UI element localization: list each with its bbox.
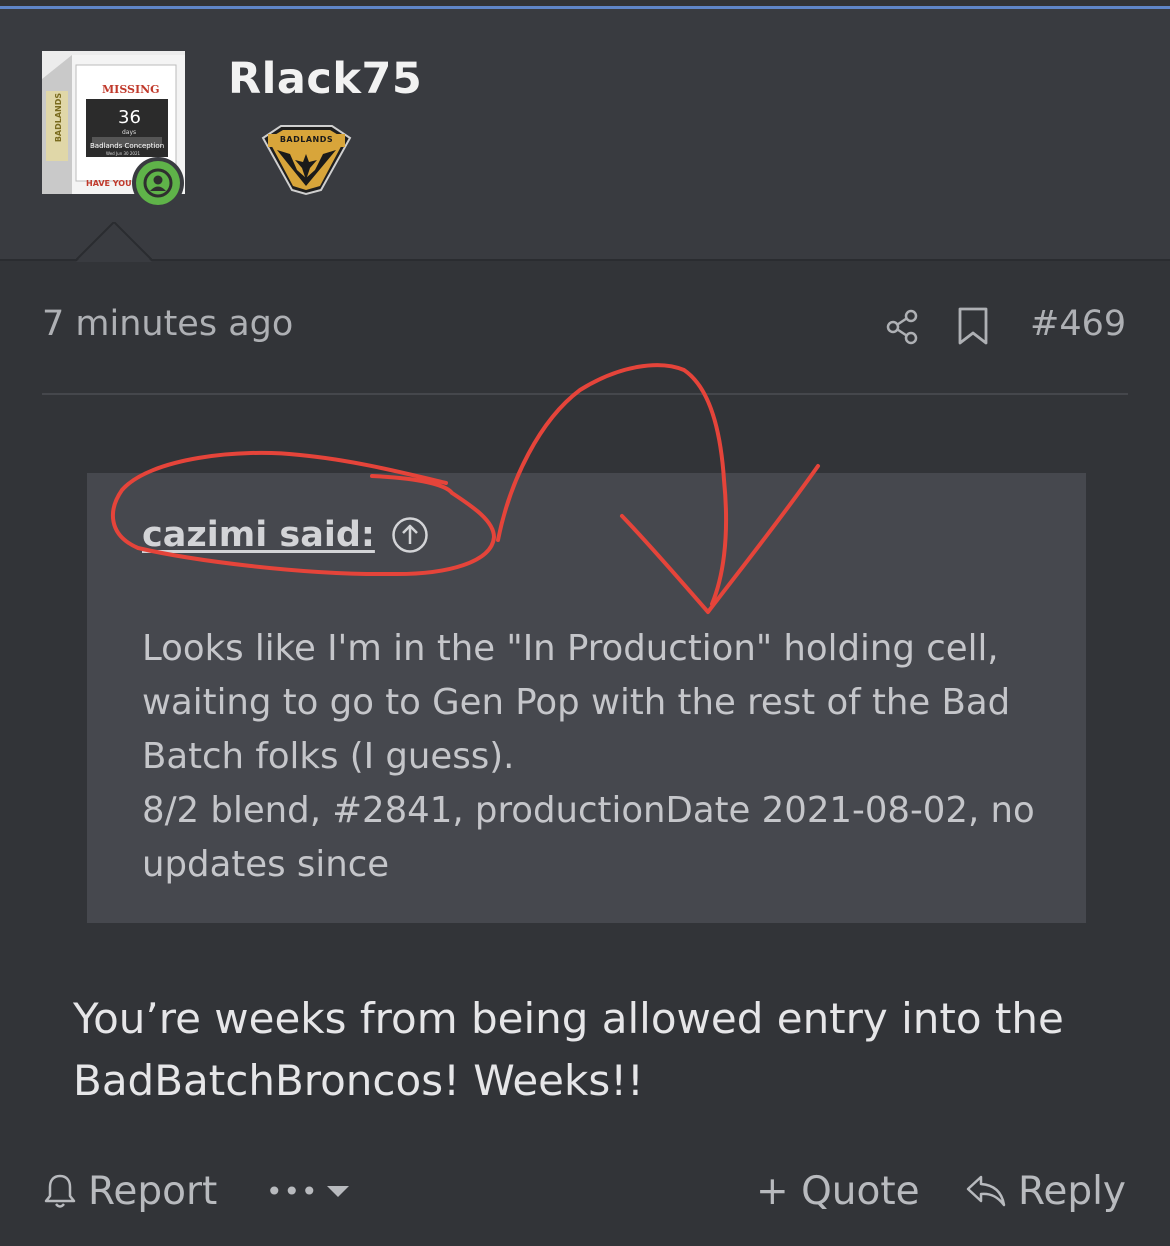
avatar-missing-text: MISSING xyxy=(102,83,160,96)
user-online-icon xyxy=(143,168,173,198)
post-timestamp[interactable]: 7 minutes ago xyxy=(42,304,293,344)
meta-divider xyxy=(42,393,1128,395)
header-divider xyxy=(0,259,1170,261)
badlands-badge: BADLANDS xyxy=(259,124,354,196)
post-body-line: You’re weeks from being allowed entry in… xyxy=(73,994,1064,1043)
quote-author-link[interactable]: cazimi said: xyxy=(142,515,375,555)
avatar-side-text: BADLANDS xyxy=(54,92,64,143)
avatar-have-you-text: HAVE YOU xyxy=(86,179,132,188)
post-body-line: BadBatchBroncos! Weeks!! xyxy=(73,1056,644,1105)
share-icon[interactable] xyxy=(884,308,922,346)
caret-down-icon xyxy=(326,1186,349,1197)
quote-line: Looks like I'm in the "In Production" ho… xyxy=(142,628,999,669)
quote-line: updates since xyxy=(142,844,390,885)
online-status-badge xyxy=(132,157,184,209)
quote-content: Looks like I'm in the "In Production" ho… xyxy=(142,622,1042,892)
reply-button[interactable]: Reply xyxy=(964,1165,1126,1217)
reply-icon xyxy=(966,1175,1006,1207)
report-label: Report xyxy=(88,1168,218,1214)
jump-to-quote-icon[interactable] xyxy=(391,516,429,554)
badge-text: BADLANDS xyxy=(279,135,334,144)
reply-label: Reply xyxy=(1018,1168,1127,1214)
username-link[interactable]: Rlack75 xyxy=(228,54,422,104)
header-notch xyxy=(76,222,152,262)
post-body: You’re weeks from being allowed entry in… xyxy=(73,988,1113,1112)
avatar-days-number: 36 xyxy=(118,107,141,128)
more-options-button[interactable]: ••• xyxy=(266,1165,351,1217)
more-options-dots: ••• xyxy=(266,1174,319,1208)
quote-header: cazimi said: xyxy=(142,509,429,561)
bell-icon xyxy=(44,1174,76,1208)
quote-line: Batch folks (I guess). xyxy=(142,736,515,777)
quote-label: + Quote xyxy=(756,1168,920,1214)
avatar-date: Wed Jun 30 2021 xyxy=(106,151,141,156)
avatar-caption: Badlands Conception xyxy=(90,142,165,150)
avatar-days-label: days xyxy=(122,129,137,136)
quote-line: 8/2 blend, #2841, productionDate 2021-08… xyxy=(142,790,1035,831)
quote-line: waiting to go to Gen Pop with the rest o… xyxy=(142,682,1011,723)
bookmark-icon[interactable] xyxy=(955,306,991,346)
report-button[interactable]: Report xyxy=(42,1165,217,1217)
quote-button[interactable]: + Quote xyxy=(756,1165,920,1217)
post-number-link[interactable]: #469 xyxy=(1030,304,1126,344)
